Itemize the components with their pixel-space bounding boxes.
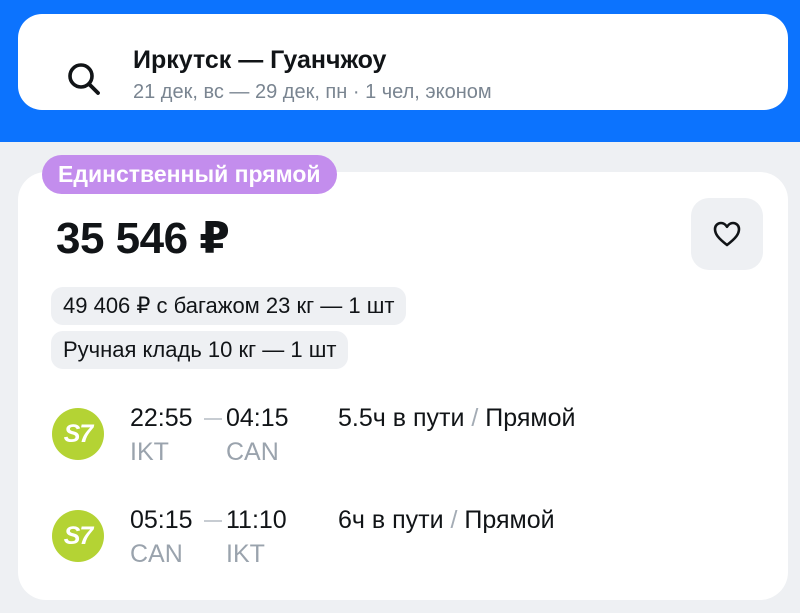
search-summary[interactable]: Иркутск — Гуанчжоу 21 дек, вс — 29 дек, … bbox=[18, 14, 788, 110]
arrival-airport-code: CAN bbox=[226, 438, 279, 466]
arrival-time: 11:10 bbox=[226, 506, 287, 534]
flight-duration: 6ч в пути / Прямой bbox=[338, 504, 555, 536]
s7-airline-logo: S7 bbox=[52, 510, 104, 562]
departure-airport-code: CAN bbox=[130, 540, 183, 568]
baggage-price-chip[interactable]: 49 406 ₽ с багажом 23 кг — 1 шт bbox=[51, 287, 407, 325]
search-icon bbox=[68, 63, 100, 95]
heart-icon bbox=[713, 221, 741, 247]
arrival-time: 04:15 bbox=[226, 404, 289, 432]
ticket-price: 35 546 ₽ bbox=[56, 214, 230, 263]
s7-airline-logo: S7 bbox=[52, 408, 104, 460]
arrival-airport-code: IKT bbox=[226, 540, 265, 568]
search-texts: Иркутск — Гуанчжоу 21 дек, вс — 29 дек, … bbox=[133, 44, 492, 106]
flight-segment-return: S7 05:15 11:10 CAN IKT 6ч в пути / Прямо… bbox=[0, 502, 800, 572]
departure-time: 05:15 bbox=[130, 506, 193, 534]
time-dash bbox=[204, 418, 222, 420]
flight-segment-outbound: S7 22:55 04:15 IKT CAN 5.5ч в пути / Пря… bbox=[0, 400, 800, 470]
separator: / bbox=[471, 404, 479, 432]
stops-text: Прямой bbox=[464, 506, 555, 534]
search-details: 21 дек, вс — 29 дек, пн · 1 чел, эконом bbox=[133, 81, 492, 103]
departure-airport-code: IKT bbox=[130, 438, 169, 466]
route-title: Иркутск — Гуанчжоу bbox=[133, 46, 387, 74]
stops-text: Прямой bbox=[485, 404, 576, 432]
time-dash bbox=[204, 520, 222, 522]
favorite-button[interactable] bbox=[691, 198, 763, 270]
separator: / bbox=[450, 506, 458, 534]
duration-text: 5.5ч в пути bbox=[338, 404, 465, 432]
only-direct-badge: Единственный прямой bbox=[42, 155, 337, 194]
flight-duration: 5.5ч в пути / Прямой bbox=[338, 402, 575, 434]
duration-text: 6ч в пути bbox=[338, 506, 444, 534]
carry-on-chip: Ручная кладь 10 кг — 1 шт bbox=[51, 331, 349, 369]
departure-time: 22:55 bbox=[130, 404, 193, 432]
